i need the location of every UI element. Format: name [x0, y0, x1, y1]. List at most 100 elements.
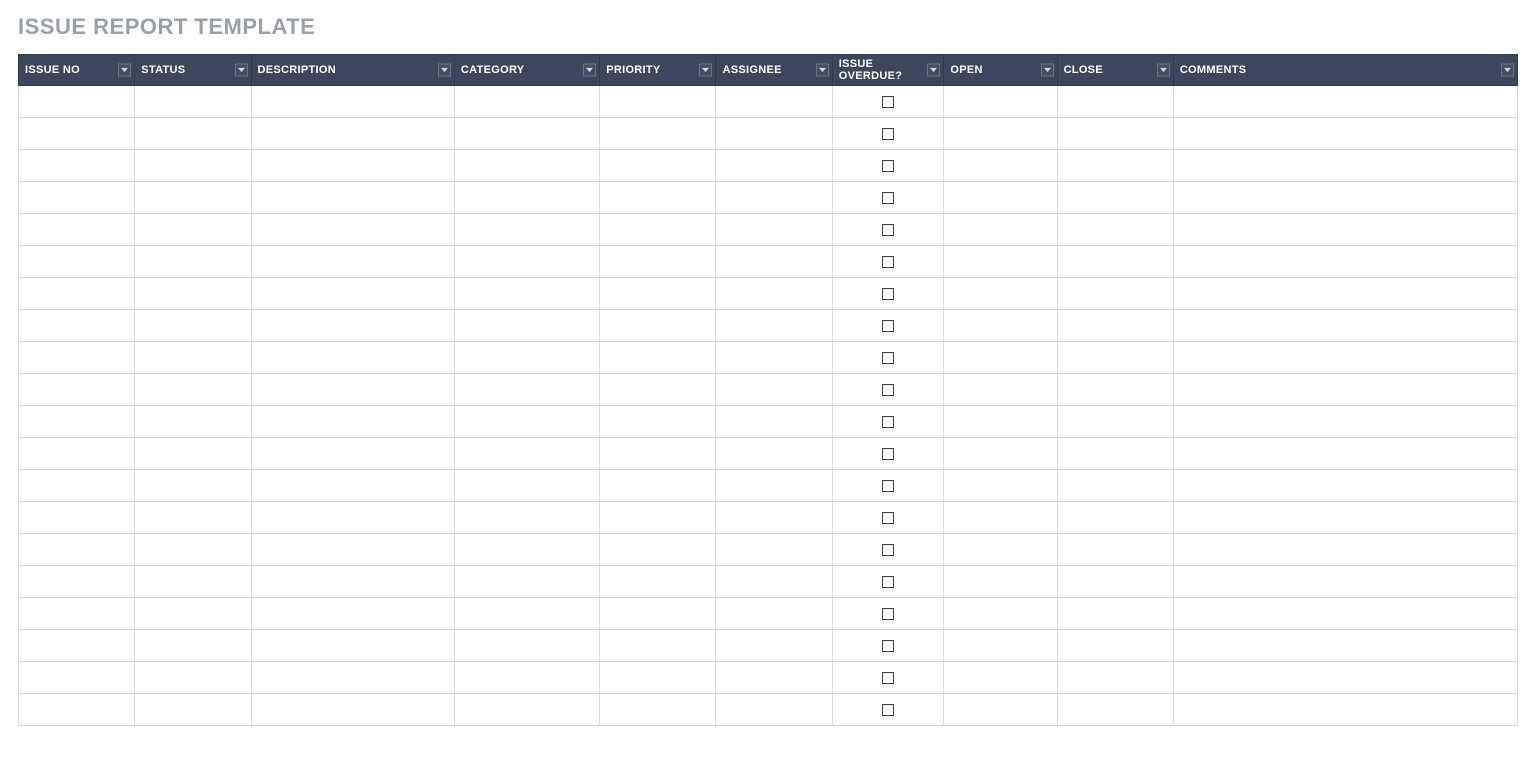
cell-close[interactable]: [1057, 502, 1173, 534]
cell-status[interactable]: [135, 342, 251, 374]
cell-issue_no[interactable]: [19, 406, 135, 438]
col-header-issue_no[interactable]: ISSUE NO: [19, 55, 135, 86]
cell-open[interactable]: [944, 310, 1057, 342]
cell-issue_no[interactable]: [19, 182, 135, 214]
cell-close[interactable]: [1057, 278, 1173, 310]
cell-desc[interactable]: [251, 246, 454, 278]
cell-category[interactable]: [454, 470, 599, 502]
overdue-checkbox[interactable]: [882, 384, 894, 396]
cell-desc[interactable]: [251, 566, 454, 598]
cell-issue_no[interactable]: [19, 214, 135, 246]
cell-priority[interactable]: [600, 310, 716, 342]
cell-desc[interactable]: [251, 694, 454, 726]
cell-open[interactable]: [944, 406, 1057, 438]
cell-overdue[interactable]: [832, 374, 944, 406]
cell-category[interactable]: [454, 662, 599, 694]
cell-overdue[interactable]: [832, 246, 944, 278]
cell-issue_no[interactable]: [19, 534, 135, 566]
cell-priority[interactable]: [600, 534, 716, 566]
cell-category[interactable]: [454, 502, 599, 534]
col-header-open[interactable]: OPEN: [944, 55, 1057, 86]
overdue-checkbox[interactable]: [882, 128, 894, 140]
overdue-checkbox[interactable]: [882, 320, 894, 332]
cell-category[interactable]: [454, 214, 599, 246]
overdue-checkbox[interactable]: [882, 608, 894, 620]
cell-priority[interactable]: [600, 598, 716, 630]
cell-status[interactable]: [135, 182, 251, 214]
cell-comments[interactable]: [1173, 118, 1517, 150]
cell-category[interactable]: [454, 310, 599, 342]
cell-comments[interactable]: [1173, 630, 1517, 662]
overdue-checkbox[interactable]: [882, 448, 894, 460]
cell-open[interactable]: [944, 502, 1057, 534]
cell-priority[interactable]: [600, 374, 716, 406]
overdue-checkbox[interactable]: [882, 96, 894, 108]
cell-open[interactable]: [944, 214, 1057, 246]
cell-priority[interactable]: [600, 694, 716, 726]
filter-dropdown-icon[interactable]: [235, 64, 248, 77]
cell-issue_no[interactable]: [19, 662, 135, 694]
col-header-category[interactable]: CATEGORY: [454, 55, 599, 86]
cell-priority[interactable]: [600, 182, 716, 214]
cell-issue_no[interactable]: [19, 374, 135, 406]
cell-priority[interactable]: [600, 278, 716, 310]
overdue-checkbox[interactable]: [882, 576, 894, 588]
cell-issue_no[interactable]: [19, 246, 135, 278]
cell-status[interactable]: [135, 502, 251, 534]
cell-category[interactable]: [454, 342, 599, 374]
cell-desc[interactable]: [251, 278, 454, 310]
cell-status[interactable]: [135, 278, 251, 310]
filter-dropdown-icon[interactable]: [583, 64, 596, 77]
cell-comments[interactable]: [1173, 662, 1517, 694]
cell-desc[interactable]: [251, 214, 454, 246]
col-header-overdue[interactable]: ISSUE OVERDUE?: [832, 55, 944, 86]
cell-status[interactable]: [135, 310, 251, 342]
cell-comments[interactable]: [1173, 534, 1517, 566]
col-header-status[interactable]: STATUS: [135, 55, 251, 86]
filter-dropdown-icon[interactable]: [1157, 64, 1170, 77]
cell-status[interactable]: [135, 534, 251, 566]
col-header-priority[interactable]: PRIORITY: [600, 55, 716, 86]
cell-overdue[interactable]: [832, 470, 944, 502]
cell-overdue[interactable]: [832, 566, 944, 598]
filter-dropdown-icon[interactable]: [816, 64, 829, 77]
cell-comments[interactable]: [1173, 182, 1517, 214]
cell-open[interactable]: [944, 246, 1057, 278]
cell-status[interactable]: [135, 470, 251, 502]
overdue-checkbox[interactable]: [882, 480, 894, 492]
cell-assignee[interactable]: [716, 438, 832, 470]
overdue-checkbox[interactable]: [882, 704, 894, 716]
cell-comments[interactable]: [1173, 246, 1517, 278]
cell-category[interactable]: [454, 86, 599, 118]
filter-dropdown-icon[interactable]: [118, 64, 131, 77]
cell-priority[interactable]: [600, 438, 716, 470]
cell-comments[interactable]: [1173, 438, 1517, 470]
cell-desc[interactable]: [251, 406, 454, 438]
cell-category[interactable]: [454, 150, 599, 182]
cell-overdue[interactable]: [832, 406, 944, 438]
cell-close[interactable]: [1057, 630, 1173, 662]
col-header-comments[interactable]: COMMENTS: [1173, 55, 1517, 86]
cell-open[interactable]: [944, 86, 1057, 118]
cell-comments[interactable]: [1173, 598, 1517, 630]
cell-category[interactable]: [454, 374, 599, 406]
cell-issue_no[interactable]: [19, 502, 135, 534]
cell-assignee[interactable]: [716, 598, 832, 630]
cell-desc[interactable]: [251, 150, 454, 182]
cell-overdue[interactable]: [832, 150, 944, 182]
cell-assignee[interactable]: [716, 630, 832, 662]
cell-desc[interactable]: [251, 630, 454, 662]
cell-priority[interactable]: [600, 118, 716, 150]
cell-overdue[interactable]: [832, 630, 944, 662]
cell-comments[interactable]: [1173, 86, 1517, 118]
cell-priority[interactable]: [600, 246, 716, 278]
cell-close[interactable]: [1057, 150, 1173, 182]
cell-desc[interactable]: [251, 470, 454, 502]
cell-comments[interactable]: [1173, 694, 1517, 726]
cell-assignee[interactable]: [716, 342, 832, 374]
cell-priority[interactable]: [600, 470, 716, 502]
cell-desc[interactable]: [251, 534, 454, 566]
cell-status[interactable]: [135, 86, 251, 118]
cell-assignee[interactable]: [716, 374, 832, 406]
overdue-checkbox[interactable]: [882, 224, 894, 236]
